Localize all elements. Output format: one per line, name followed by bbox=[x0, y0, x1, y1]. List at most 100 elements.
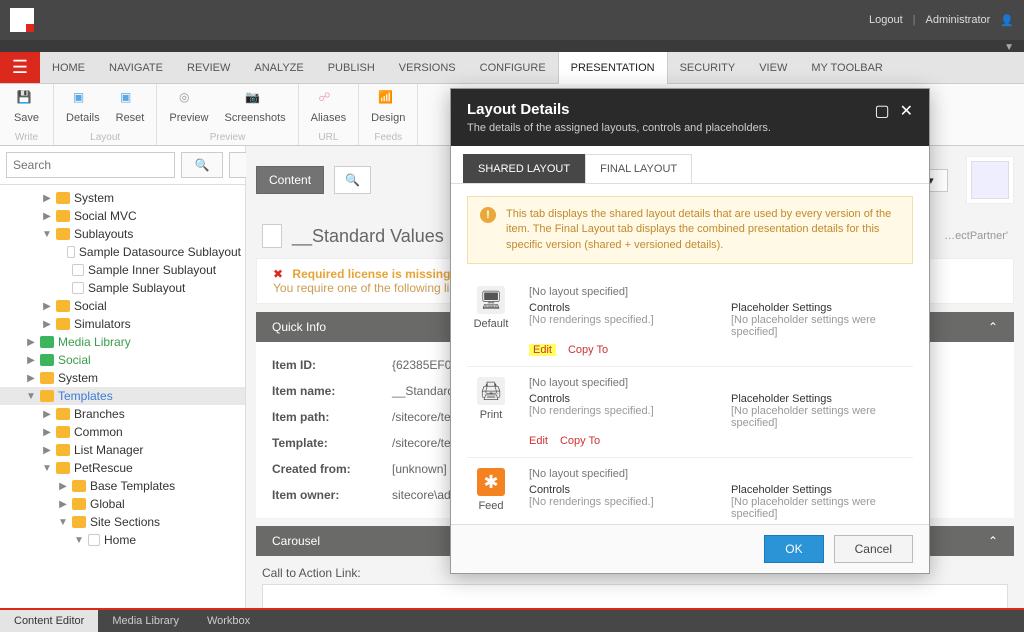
tree-item-system[interactable]: ▶System bbox=[0, 369, 245, 387]
tree-item-home[interactable]: ▼Home bbox=[0, 531, 245, 549]
design-button[interactable]: 📶 Design bbox=[367, 88, 409, 126]
tab-my-toolbar[interactable]: MY TOOLBAR bbox=[799, 52, 895, 84]
tab-publish[interactable]: PUBLISH bbox=[316, 52, 387, 84]
save-button[interactable]: 💾 Save bbox=[10, 88, 43, 126]
tree-item-sublayouts[interactable]: ▼Sublayouts bbox=[0, 225, 245, 243]
aliases-icon: ☍ bbox=[318, 90, 338, 110]
reset-icon: ▣ bbox=[120, 90, 140, 110]
ribbon-group-url: URL bbox=[299, 132, 358, 143]
tree-item-media-library[interactable]: ▶Media Library bbox=[0, 333, 245, 351]
preview-label: Preview bbox=[169, 112, 208, 124]
design-label: Design bbox=[371, 112, 405, 124]
banner-text: This tab displays the shared layout deta… bbox=[506, 207, 900, 253]
screenshots-label: Screenshots bbox=[225, 112, 286, 124]
tree-item-templates[interactable]: ▼Templates bbox=[0, 387, 245, 405]
chevron-up-icon: ⌃ bbox=[988, 534, 998, 548]
save-label: Save bbox=[14, 112, 39, 124]
ok-button[interactable]: OK bbox=[764, 535, 823, 563]
camera-icon: 📷 bbox=[245, 90, 265, 110]
edit-link[interactable]: Edit bbox=[529, 435, 548, 447]
dialog-subtitle: The details of the assigned layouts, con… bbox=[467, 122, 771, 134]
chevron-down-icon[interactable]: ▼ bbox=[1004, 42, 1014, 53]
tab-navigate[interactable]: NAVIGATE bbox=[97, 52, 175, 84]
extra-text: …ectPartner' bbox=[944, 230, 1008, 242]
tree-item-social[interactable]: ▶Social bbox=[0, 351, 245, 369]
quickinfo-label: Quick Info bbox=[272, 320, 326, 334]
tree-item-base-templates[interactable]: ▶Base Templates bbox=[0, 477, 245, 495]
tree-item-social-mvc[interactable]: ▶Social MVC bbox=[0, 207, 245, 225]
tree-item-petrescue[interactable]: ▼PetRescue bbox=[0, 459, 245, 477]
details-button[interactable]: ▣ Details bbox=[62, 88, 104, 126]
preview-icon: ◎ bbox=[179, 90, 199, 110]
main-nav: ☰ HOMENAVIGATEREVIEWANALYZEPUBLISHVERSIO… bbox=[0, 52, 1024, 84]
screenshots-button[interactable]: 📷 Screenshots bbox=[221, 88, 290, 126]
search-button[interactable]: 🔍 bbox=[181, 152, 223, 178]
logout-link[interactable]: Logout bbox=[869, 14, 903, 26]
bottom-tab-workbox[interactable]: Workbox bbox=[193, 610, 264, 632]
tab-versions[interactable]: VERSIONS bbox=[387, 52, 468, 84]
tree-item-list-manager[interactable]: ▶List Manager bbox=[0, 441, 245, 459]
tab-configure[interactable]: CONFIGURE bbox=[468, 52, 558, 84]
tab-review[interactable]: REVIEW bbox=[175, 52, 242, 84]
separator: | bbox=[913, 14, 916, 26]
search-input[interactable] bbox=[6, 152, 175, 178]
dialog-tab-final-layout[interactable]: FINAL LAYOUT bbox=[585, 154, 692, 183]
tree-item-sample-inner-sublayout[interactable]: Sample Inner Sublayout bbox=[0, 261, 245, 279]
save-icon: 💾 bbox=[16, 90, 36, 110]
sidebar: 🔍 ▾ ▶System▶Social MVC▼SublayoutsSample … bbox=[0, 146, 246, 608]
tab-presentation[interactable]: PRESENTATION bbox=[558, 51, 668, 84]
error-icon: ✖ bbox=[273, 267, 283, 281]
tab-analyze[interactable]: ANALYZE bbox=[242, 52, 315, 84]
topbar: Logout | Administrator 👤 bbox=[0, 0, 1024, 40]
tab-security[interactable]: SECURITY bbox=[668, 52, 748, 84]
edit-link[interactable]: Edit bbox=[529, 344, 556, 356]
call-to-action-input[interactable] bbox=[262, 584, 1008, 608]
warn-title: Required license is missing. bbox=[292, 267, 453, 281]
tree-item-global[interactable]: ▶Global bbox=[0, 495, 245, 513]
content-tab[interactable]: Content bbox=[256, 166, 324, 194]
maximize-icon[interactable]: ▢ bbox=[874, 101, 889, 121]
bottom-tab-content-editor[interactable]: Content Editor bbox=[0, 610, 98, 632]
info-icon: ! bbox=[480, 207, 496, 223]
bottom-tab-media-library[interactable]: Media Library bbox=[98, 610, 193, 632]
device-row-feed: ✱Feed[No layout specified]Controls[No re… bbox=[467, 458, 913, 524]
rss-icon: 📶 bbox=[378, 90, 398, 110]
aliases-button[interactable]: ☍ Aliases bbox=[307, 88, 350, 126]
admin-link[interactable]: Administrator bbox=[926, 14, 991, 26]
tree-item-sample-sublayout[interactable]: Sample Sublayout bbox=[0, 279, 245, 297]
submenu-bar: ▼ bbox=[0, 40, 1024, 52]
tree-item-branches[interactable]: ▶Branches bbox=[0, 405, 245, 423]
close-icon[interactable]: ✕ bbox=[900, 101, 913, 121]
tree-item-social[interactable]: ▶Social bbox=[0, 297, 245, 315]
details-icon: ▣ bbox=[73, 90, 93, 110]
aliases-label: Aliases bbox=[311, 112, 346, 124]
tree-item-simulators[interactable]: ▶Simulators bbox=[0, 315, 245, 333]
ribbon-group-preview: Preview bbox=[157, 132, 297, 143]
reset-button[interactable]: ▣ Reset bbox=[112, 88, 149, 126]
avatar bbox=[971, 161, 1009, 199]
ribbon-group-layout: Layout bbox=[54, 132, 156, 143]
tree-item-common[interactable]: ▶Common bbox=[0, 423, 245, 441]
reset-label: Reset bbox=[116, 112, 145, 124]
tree-item-site-sections[interactable]: ▼Site Sections bbox=[0, 513, 245, 531]
ribbon-group-write: Write bbox=[0, 132, 53, 143]
hamburger-menu[interactable]: ☰ bbox=[0, 52, 40, 83]
carousel-label: Carousel bbox=[272, 534, 320, 548]
bottom-tabs: Content EditorMedia LibraryWorkbox bbox=[0, 608, 1024, 632]
tab-view[interactable]: VIEW bbox=[747, 52, 799, 84]
preview-button[interactable]: ◎ Preview bbox=[165, 88, 212, 126]
dialog-tab-shared-layout[interactable]: SHARED LAYOUT bbox=[463, 154, 585, 183]
layout-details-dialog: Layout Details The details of the assign… bbox=[450, 88, 930, 574]
info-banner: ! This tab displays the shared layout de… bbox=[467, 196, 913, 264]
user-icon[interactable]: 👤 bbox=[1000, 14, 1014, 27]
dialog-title: Layout Details bbox=[467, 101, 771, 118]
search-tab[interactable]: 🔍 bbox=[334, 166, 371, 194]
copyto-link[interactable]: Copy To bbox=[568, 344, 608, 356]
copyto-link[interactable]: Copy To bbox=[560, 435, 600, 447]
details-label: Details bbox=[66, 112, 100, 124]
tree-item-sample-datasource-sublayout[interactable]: Sample Datasource Sublayout bbox=[0, 243, 245, 261]
tree-item-system[interactable]: ▶System bbox=[0, 189, 245, 207]
cancel-button[interactable]: Cancel bbox=[834, 535, 913, 563]
tab-home[interactable]: HOME bbox=[40, 52, 97, 84]
app-logo[interactable] bbox=[10, 8, 34, 32]
